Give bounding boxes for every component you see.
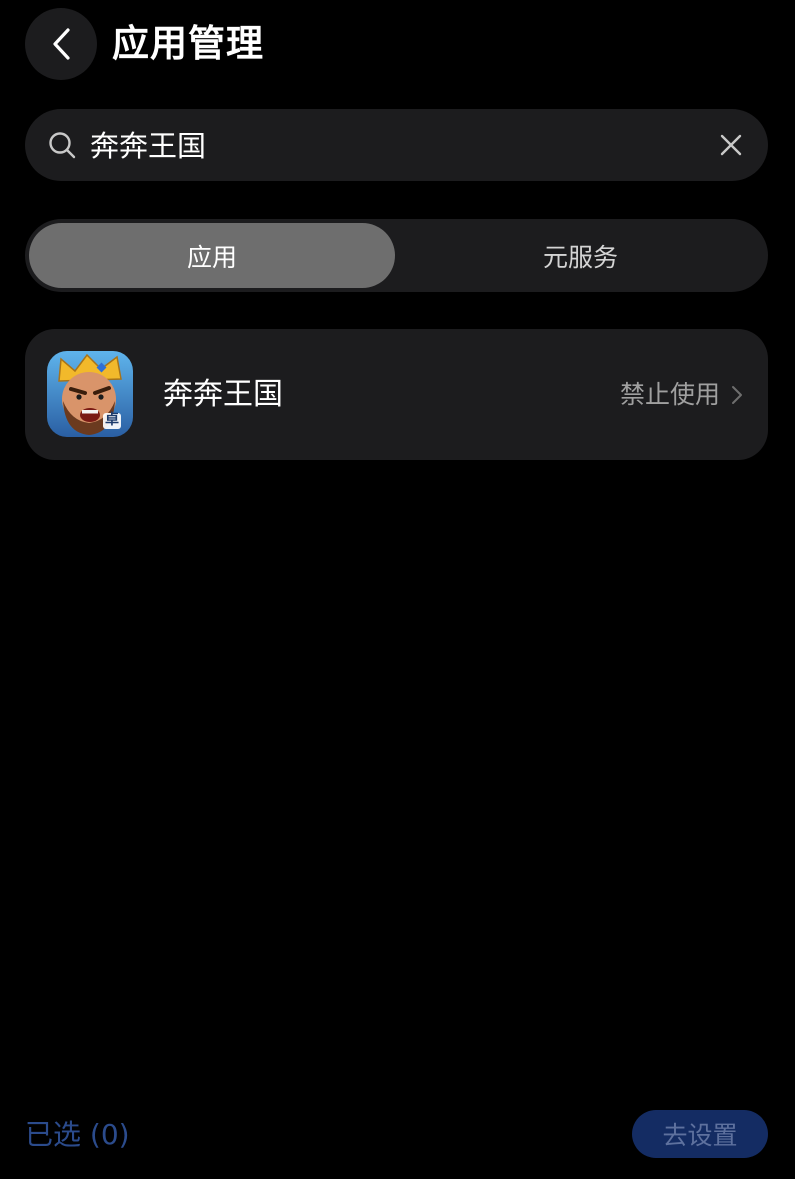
- app-badge: 卓: [105, 412, 119, 428]
- close-icon[interactable]: [716, 130, 746, 160]
- royal-kingdom-app-icon: 卓: [47, 351, 133, 437]
- go-settings-button[interactable]: 去设置: [632, 1110, 768, 1158]
- page-title: 应用管理: [112, 22, 264, 65]
- back-button[interactable]: [25, 8, 97, 80]
- selected-count: 已选 (0): [25, 1118, 130, 1151]
- tab-apps[interactable]: 应用: [29, 223, 395, 288]
- search-icon: [49, 132, 76, 159]
- app-status: 禁止使用: [620, 380, 721, 409]
- chevron-right-icon: [732, 386, 742, 404]
- chevron-left-icon: [53, 28, 70, 60]
- tab-atomic-services[interactable]: 元服务: [397, 223, 764, 288]
- search-input[interactable]: 奔奔王国: [90, 125, 690, 167]
- app-name: 奔奔王国: [163, 377, 283, 412]
